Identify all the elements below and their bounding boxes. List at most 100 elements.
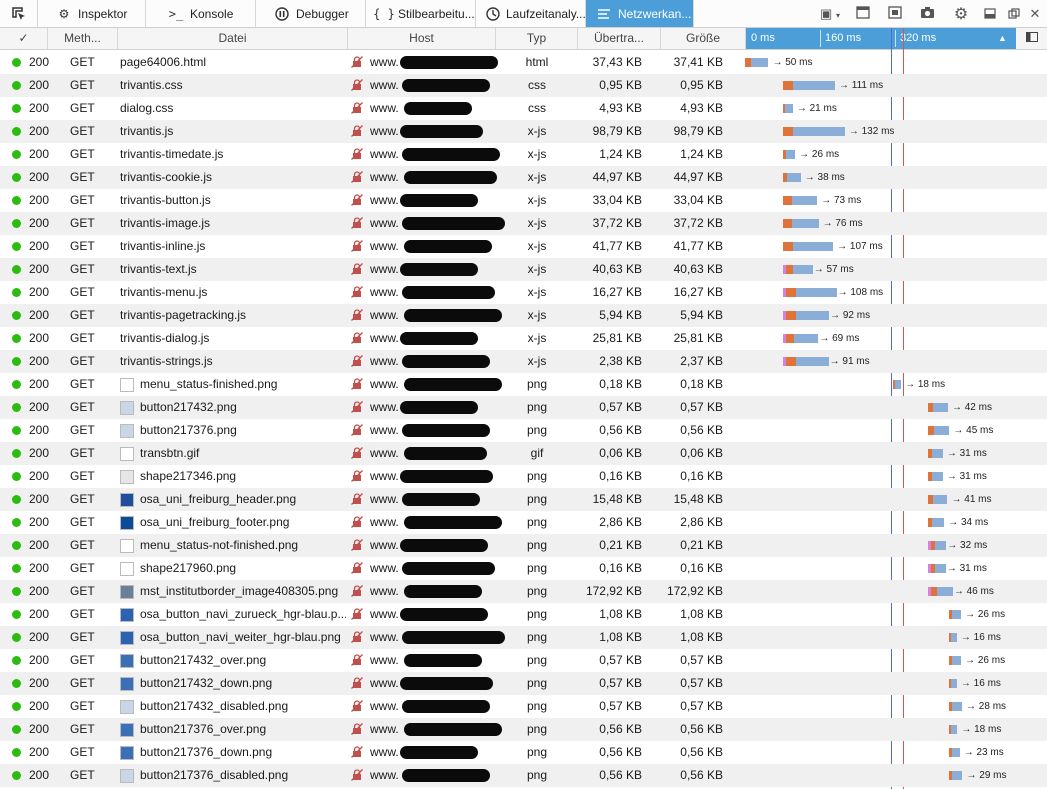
timing-bar[interactable] bbox=[948, 748, 960, 757]
table-row[interactable]: 200 GET button217432_over.png www. png 0,57 K… bbox=[0, 649, 1047, 672]
table-row[interactable]: 200 GET menu_status-finished.png www. png 0,1… bbox=[0, 373, 1047, 396]
timing-bar[interactable] bbox=[948, 702, 963, 711]
table-row[interactable]: 200 GET button217376_over.png www. png 0,56 K… bbox=[0, 718, 1047, 741]
timing-bar[interactable] bbox=[948, 610, 962, 619]
screenshot-button[interactable] bbox=[916, 4, 938, 24]
table-row[interactable]: 200 GET menu_status-not-finished.png www. pn… bbox=[0, 534, 1047, 557]
header-file[interactable]: Datei bbox=[118, 28, 348, 49]
timing-bar[interactable] bbox=[782, 242, 834, 251]
status-code: 200 bbox=[29, 239, 50, 253]
devtools-toolbar: ⚙ Inspektor >_ Konsole Debugger { } Stil… bbox=[0, 0, 1047, 28]
table-row[interactable]: 200 GET dialog.css www. css 4,93 KB 4,93 KB → 2… bbox=[0, 97, 1047, 120]
table-row[interactable]: 200 GET trivantis-pagetracking.js www. x-js 5… bbox=[0, 304, 1047, 327]
size: 0,21 KB bbox=[680, 538, 723, 552]
transferred: 33,04 KB bbox=[592, 193, 642, 207]
table-row[interactable]: 200 GET trivantis.css www. css 0,95 KB 0,95 KB… bbox=[0, 74, 1047, 97]
tab-console[interactable]: >_ Konsole bbox=[146, 0, 256, 27]
timing-bar[interactable] bbox=[928, 541, 947, 550]
table-row[interactable]: 200 GET trivantis.js www. x-js 98,79 KB 98,79 … bbox=[0, 120, 1047, 143]
timing-bar[interactable] bbox=[782, 219, 819, 228]
method: GET bbox=[70, 78, 95, 92]
table-row[interactable]: 200 GET osa_button_navi_zurueck_hgr-blau.p… bbox=[0, 603, 1047, 626]
table-row[interactable]: 200 GET shape217346.png www. png 0,16 KB 0,16 … bbox=[0, 465, 1047, 488]
table-row[interactable]: 200 GET trivantis-dialog.js www. x-js 25,81 K… bbox=[0, 327, 1047, 350]
timing-bar[interactable] bbox=[928, 403, 948, 412]
table-row[interactable]: 200 GET trivantis-strings.js www. x-js 2,38 K… bbox=[0, 350, 1047, 373]
timing-bar[interactable] bbox=[782, 81, 835, 90]
pick-element-button[interactable] bbox=[0, 0, 38, 27]
header-host[interactable]: Host bbox=[348, 28, 496, 49]
table-row[interactable]: 200 GET button217432_down.png www. png 0,57 K… bbox=[0, 672, 1047, 695]
table-row[interactable]: 200 GET transbtn.gif www. gif 0,06 KB 0,06 KB →… bbox=[0, 442, 1047, 465]
file-thumbnail bbox=[120, 446, 134, 461]
timing-bar[interactable] bbox=[948, 656, 962, 665]
table-row[interactable]: 200 GET button217432.png www. png 0,57 KB 0,57… bbox=[0, 396, 1047, 419]
table-row[interactable]: 200 GET trivantis-text.js www. x-js 40,63 KB 4… bbox=[0, 258, 1047, 281]
timing-bar[interactable] bbox=[782, 334, 819, 343]
timing-bar[interactable] bbox=[782, 357, 829, 366]
timing-bar[interactable] bbox=[948, 633, 957, 642]
table-row[interactable]: 200 GET trivantis-cookie.js www. x-js 44,97 K… bbox=[0, 166, 1047, 189]
timing-bar[interactable] bbox=[948, 725, 958, 734]
table-row[interactable]: 200 GET trivantis-button.js www. x-js 33,04 K… bbox=[0, 189, 1047, 212]
tab-inspector[interactable]: ⚙ Inspektor bbox=[38, 0, 146, 27]
timing-bar[interactable] bbox=[928, 472, 943, 481]
timing-bar[interactable] bbox=[745, 58, 769, 67]
timing-bar[interactable] bbox=[928, 449, 943, 458]
table-row[interactable]: 200 GET osa_uni_freiburg_footer.png www. png… bbox=[0, 511, 1047, 534]
table-row[interactable]: 200 GET mst_institutborder_image408305.png… bbox=[0, 580, 1047, 603]
tab-debugger[interactable]: Debugger bbox=[256, 0, 366, 27]
layout-button[interactable]: ▣ ▾ bbox=[815, 4, 845, 24]
undock-button[interactable] bbox=[1004, 4, 1024, 24]
timing-bar[interactable] bbox=[782, 311, 830, 320]
file-thumbnail bbox=[120, 377, 134, 392]
header-waterfall[interactable]: 0 ms 160 ms 320 ms ▲ bbox=[746, 28, 1016, 49]
header-transferred[interactable]: Übertra... bbox=[578, 28, 661, 49]
dock-button[interactable] bbox=[980, 4, 1000, 24]
table-row[interactable]: 200 GET trivantis-inline.js www. x-js 41,77 K… bbox=[0, 235, 1047, 258]
redaction-mark bbox=[400, 194, 478, 207]
header-type[interactable]: Typ bbox=[496, 28, 578, 49]
toggle-sidebar-button[interactable] bbox=[1016, 28, 1047, 49]
timing-receive bbox=[792, 127, 845, 136]
table-row[interactable]: 200 GET shape217960.png www. png 0,16 KB 0,16 … bbox=[0, 557, 1047, 580]
table-row[interactable]: 200 GET button217376.png www. png 0,56 KB 0,56… bbox=[0, 419, 1047, 442]
table-row[interactable]: 200 GET button217432_disabled.png www. png 0,… bbox=[0, 695, 1047, 718]
timing-bar[interactable] bbox=[782, 288, 837, 297]
timing-bar[interactable] bbox=[782, 150, 796, 159]
timing-bar[interactable] bbox=[948, 771, 963, 780]
settings-button[interactable]: ⚙ bbox=[950, 4, 972, 24]
table-row[interactable]: 200 GET trivantis-timedate.js www. x-js 1,24 … bbox=[0, 143, 1047, 166]
responsive-button[interactable] bbox=[884, 4, 906, 24]
header-method[interactable]: Meth... bbox=[48, 28, 118, 49]
split-console-button[interactable] bbox=[852, 4, 874, 24]
timing-bar[interactable] bbox=[892, 380, 902, 389]
timing-bar[interactable] bbox=[928, 518, 945, 527]
timing-bar[interactable] bbox=[948, 679, 957, 688]
close-devtools-button[interactable]: ✕ bbox=[1026, 4, 1044, 24]
redaction-mark bbox=[402, 355, 490, 368]
timing-bar[interactable] bbox=[928, 426, 950, 435]
tab-network[interactable]: Netzwerkan... bbox=[586, 0, 694, 27]
timing-bar[interactable] bbox=[782, 104, 793, 113]
table-row[interactable]: 200 GET page64006.html www. html 37,43 KB 37,4… bbox=[0, 51, 1047, 74]
timing-bar[interactable] bbox=[928, 495, 948, 504]
timing-bar[interactable] bbox=[782, 196, 818, 205]
tab-style-editor[interactable]: { } Stilbearbeitu... bbox=[366, 0, 476, 27]
header-status[interactable]: ✓ bbox=[0, 28, 48, 49]
timing-bar[interactable] bbox=[782, 173, 801, 182]
timing-bar[interactable] bbox=[928, 564, 946, 573]
table-row[interactable]: 200 GET osa_button_navi_weiter_hgr-blau.pn… bbox=[0, 626, 1047, 649]
type: html bbox=[525, 55, 549, 69]
table-row[interactable]: 200 GET trivantis-image.js www. x-js 37,72 KB… bbox=[0, 212, 1047, 235]
file-name-text: shape217346.png bbox=[140, 469, 237, 483]
table-row[interactable]: 200 GET osa_uni_freiburg_header.png www. png… bbox=[0, 488, 1047, 511]
timing-bar[interactable] bbox=[782, 265, 813, 274]
header-size[interactable]: Größe bbox=[661, 28, 746, 49]
table-row[interactable]: 200 GET trivantis-menu.js www. x-js 16,27 KB 1… bbox=[0, 281, 1047, 304]
timing-bar[interactable] bbox=[928, 587, 953, 596]
table-row[interactable]: 200 GET button217376_disabled.png www. png 0,… bbox=[0, 764, 1047, 787]
table-row[interactable]: 200 GET button217376_down.png www. png 0,56 K… bbox=[0, 741, 1047, 764]
timing-bar[interactable] bbox=[782, 127, 845, 136]
tab-performance[interactable]: Laufzeitanaly... bbox=[476, 0, 586, 27]
